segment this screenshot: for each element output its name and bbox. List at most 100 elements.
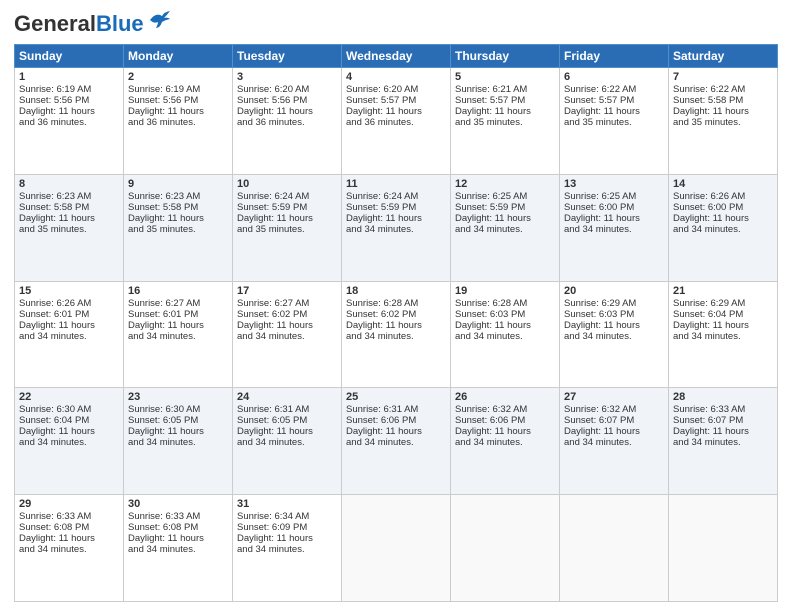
- day-info: Sunset: 6:08 PM: [19, 522, 119, 533]
- calendar-cell: 24Sunrise: 6:31 AMSunset: 6:05 PMDayligh…: [233, 388, 342, 495]
- day-info: Sunrise: 6:20 AM: [346, 84, 446, 95]
- day-info: Sunrise: 6:19 AM: [19, 84, 119, 95]
- day-info: Sunset: 5:57 PM: [564, 95, 664, 106]
- day-info: Sunrise: 6:22 AM: [673, 84, 773, 95]
- day-info: Daylight: 11 hours: [19, 426, 119, 437]
- day-info: Sunset: 5:56 PM: [19, 95, 119, 106]
- day-info: Daylight: 11 hours: [237, 320, 337, 331]
- day-info: Sunset: 6:01 PM: [128, 309, 228, 320]
- day-number: 21: [673, 285, 773, 297]
- day-info: Daylight: 11 hours: [564, 426, 664, 437]
- day-info: Sunset: 6:01 PM: [19, 309, 119, 320]
- day-info: Sunrise: 6:28 AM: [346, 298, 446, 309]
- day-info: Daylight: 11 hours: [673, 426, 773, 437]
- calendar-week-5: 29Sunrise: 6:33 AMSunset: 6:08 PMDayligh…: [15, 495, 778, 602]
- day-info: Sunset: 5:58 PM: [673, 95, 773, 106]
- day-info: Sunrise: 6:33 AM: [673, 404, 773, 415]
- day-info: Daylight: 11 hours: [128, 320, 228, 331]
- day-info: Daylight: 11 hours: [673, 320, 773, 331]
- weekday-saturday: Saturday: [669, 45, 778, 68]
- calendar-cell: 3Sunrise: 6:20 AMSunset: 5:56 PMDaylight…: [233, 68, 342, 175]
- calendar-cell: 17Sunrise: 6:27 AMSunset: 6:02 PMDayligh…: [233, 281, 342, 388]
- day-info: Sunrise: 6:26 AM: [673, 191, 773, 202]
- day-info: Daylight: 11 hours: [128, 213, 228, 224]
- logo: GeneralBlue: [14, 10, 170, 38]
- day-info: and 36 minutes.: [237, 117, 337, 128]
- day-number: 2: [128, 71, 228, 83]
- day-number: 7: [673, 71, 773, 83]
- day-info: and 34 minutes.: [455, 224, 555, 235]
- calendar-cell: 20Sunrise: 6:29 AMSunset: 6:03 PMDayligh…: [560, 281, 669, 388]
- day-number: 12: [455, 178, 555, 190]
- day-info: Daylight: 11 hours: [19, 213, 119, 224]
- day-info: Sunrise: 6:24 AM: [346, 191, 446, 202]
- day-number: 1: [19, 71, 119, 83]
- calendar-cell: 30Sunrise: 6:33 AMSunset: 6:08 PMDayligh…: [124, 495, 233, 602]
- calendar-cell: 7Sunrise: 6:22 AMSunset: 5:58 PMDaylight…: [669, 68, 778, 175]
- day-info: Sunrise: 6:32 AM: [564, 404, 664, 415]
- calendar-cell: 14Sunrise: 6:26 AMSunset: 6:00 PMDayligh…: [669, 174, 778, 281]
- day-number: 20: [564, 285, 664, 297]
- day-info: and 34 minutes.: [346, 224, 446, 235]
- day-number: 11: [346, 178, 446, 190]
- day-info: Sunrise: 6:28 AM: [455, 298, 555, 309]
- day-info: Sunrise: 6:20 AM: [237, 84, 337, 95]
- day-info: Daylight: 11 hours: [237, 533, 337, 544]
- calendar-cell: [669, 495, 778, 602]
- weekday-monday: Monday: [124, 45, 233, 68]
- day-info: Sunset: 6:04 PM: [673, 309, 773, 320]
- day-info: Daylight: 11 hours: [19, 320, 119, 331]
- day-info: Daylight: 11 hours: [237, 106, 337, 117]
- day-info: Sunset: 6:08 PM: [128, 522, 228, 533]
- logo-bird-icon: [148, 10, 170, 30]
- day-number: 19: [455, 285, 555, 297]
- calendar-cell: 10Sunrise: 6:24 AMSunset: 5:59 PMDayligh…: [233, 174, 342, 281]
- day-info: Sunset: 6:06 PM: [346, 415, 446, 426]
- day-info: and 34 minutes.: [564, 331, 664, 342]
- calendar-cell: 13Sunrise: 6:25 AMSunset: 6:00 PMDayligh…: [560, 174, 669, 281]
- calendar-cell: 22Sunrise: 6:30 AMSunset: 6:04 PMDayligh…: [15, 388, 124, 495]
- day-info: and 34 minutes.: [346, 437, 446, 448]
- calendar-cell: 16Sunrise: 6:27 AMSunset: 6:01 PMDayligh…: [124, 281, 233, 388]
- day-info: and 35 minutes.: [237, 224, 337, 235]
- calendar-week-3: 15Sunrise: 6:26 AMSunset: 6:01 PMDayligh…: [15, 281, 778, 388]
- day-number: 30: [128, 498, 228, 510]
- logo-blue: Blue: [96, 11, 144, 36]
- day-info: Sunset: 5:57 PM: [455, 95, 555, 106]
- day-info: Sunset: 6:03 PM: [564, 309, 664, 320]
- calendar-cell: 12Sunrise: 6:25 AMSunset: 5:59 PMDayligh…: [451, 174, 560, 281]
- day-info: Daylight: 11 hours: [19, 106, 119, 117]
- day-info: Sunset: 6:06 PM: [455, 415, 555, 426]
- day-number: 28: [673, 391, 773, 403]
- day-info: Sunrise: 6:34 AM: [237, 511, 337, 522]
- day-number: 6: [564, 71, 664, 83]
- day-number: 29: [19, 498, 119, 510]
- day-info: and 35 minutes.: [564, 117, 664, 128]
- day-number: 17: [237, 285, 337, 297]
- day-info: Sunset: 6:04 PM: [19, 415, 119, 426]
- day-info: Sunset: 6:07 PM: [673, 415, 773, 426]
- calendar-cell: 29Sunrise: 6:33 AMSunset: 6:08 PMDayligh…: [15, 495, 124, 602]
- day-number: 16: [128, 285, 228, 297]
- day-info: Sunset: 6:05 PM: [237, 415, 337, 426]
- calendar-cell: 19Sunrise: 6:28 AMSunset: 6:03 PMDayligh…: [451, 281, 560, 388]
- day-info: Sunrise: 6:21 AM: [455, 84, 555, 95]
- day-info: Daylight: 11 hours: [346, 426, 446, 437]
- day-info: and 34 minutes.: [673, 437, 773, 448]
- day-info: Daylight: 11 hours: [564, 213, 664, 224]
- day-info: and 34 minutes.: [673, 331, 773, 342]
- day-info: Sunrise: 6:29 AM: [564, 298, 664, 309]
- calendar-cell: 28Sunrise: 6:33 AMSunset: 6:07 PMDayligh…: [669, 388, 778, 495]
- day-number: 26: [455, 391, 555, 403]
- day-info: Sunset: 5:56 PM: [237, 95, 337, 106]
- calendar-cell: 26Sunrise: 6:32 AMSunset: 6:06 PMDayligh…: [451, 388, 560, 495]
- calendar-body: 1Sunrise: 6:19 AMSunset: 5:56 PMDaylight…: [15, 68, 778, 602]
- calendar-cell: 15Sunrise: 6:26 AMSunset: 6:01 PMDayligh…: [15, 281, 124, 388]
- calendar-cell: 6Sunrise: 6:22 AMSunset: 5:57 PMDaylight…: [560, 68, 669, 175]
- day-info: Daylight: 11 hours: [237, 213, 337, 224]
- day-info: and 34 minutes.: [128, 437, 228, 448]
- logo-text: GeneralBlue: [14, 13, 144, 35]
- day-info: Sunset: 6:09 PM: [237, 522, 337, 533]
- calendar-cell: 2Sunrise: 6:19 AMSunset: 5:56 PMDaylight…: [124, 68, 233, 175]
- day-info: Sunrise: 6:33 AM: [19, 511, 119, 522]
